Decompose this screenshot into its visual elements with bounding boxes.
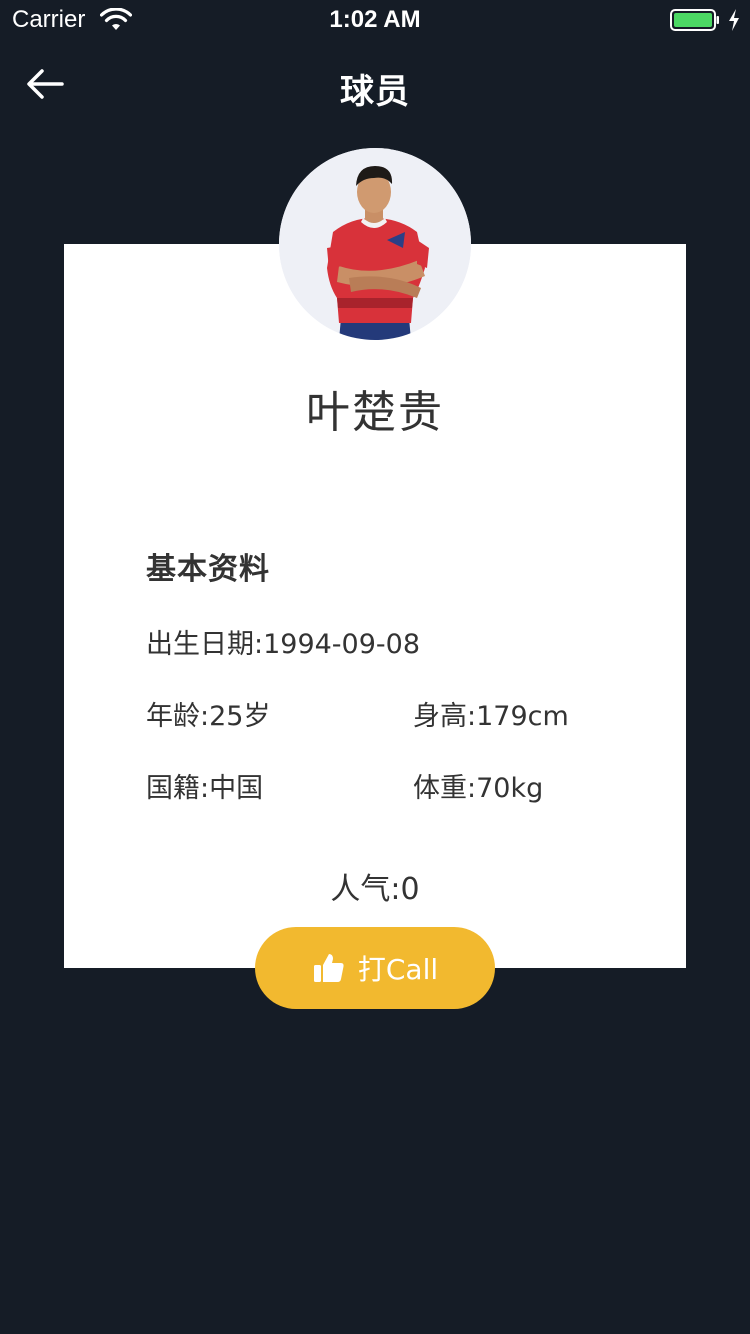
section-title-basic-info: 基本资料 <box>146 552 270 587</box>
player-card <box>64 244 686 968</box>
birth-date: 出生日期:1994-09-08 <box>146 629 421 660</box>
age: 年龄:25岁 <box>146 701 271 732</box>
height: 身高:179cm <box>413 701 569 732</box>
charging-icon <box>729 9 739 31</box>
player-name: 叶楚贵 <box>306 387 444 438</box>
call-button-label: 打Call <box>357 953 439 986</box>
call-button[interactable]: 打Call <box>255 927 495 1009</box>
popularity-count: 人气:0 <box>330 872 420 907</box>
status-bar: Carrier 1:02 AM <box>0 0 750 40</box>
weight: 体重:70kg <box>413 773 544 804</box>
battery-icon <box>670 9 719 31</box>
thumbs-up-icon <box>313 954 344 982</box>
page-title: 球员 <box>340 72 410 112</box>
player-avatar <box>279 148 471 340</box>
clock: 1:02 AM <box>329 6 421 33</box>
nationality: 国籍:中国 <box>146 773 264 804</box>
player-portrait <box>279 148 471 340</box>
